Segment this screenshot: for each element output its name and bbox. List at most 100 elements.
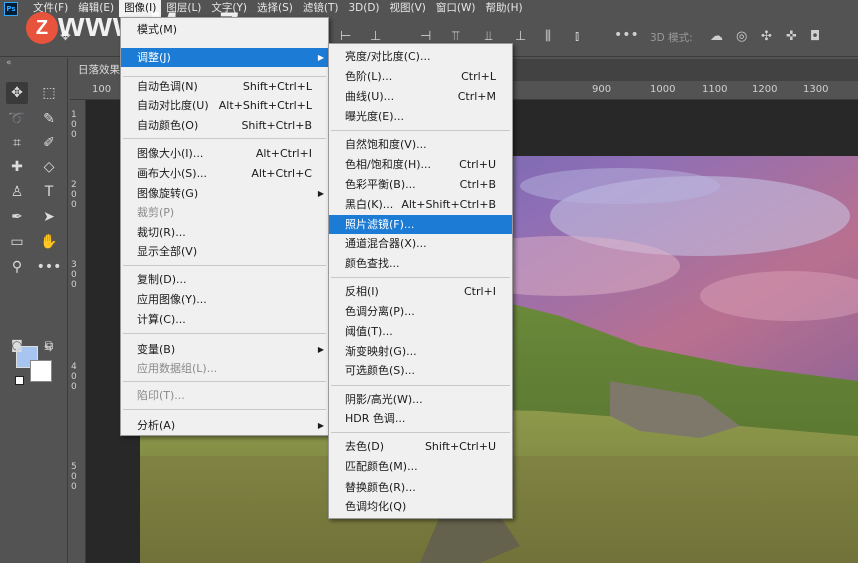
brush-tool-icon[interactable]: ✐ [38, 132, 60, 154]
menu-item-vibrance[interactable]: 自然饱和度(V)... [329, 135, 512, 154]
menu-item-image-rotation[interactable]: 图像旋转(G) ▶ [121, 184, 328, 203]
menu-item-auto-color[interactable]: 自动颜色(O) Shift+Ctrl+B [121, 116, 328, 135]
menu-shortcut: Ctrl+I [463, 285, 496, 298]
menu-item-label: 应用数据组(L)... [137, 362, 218, 375]
path-select-icon[interactable]: ➤ [38, 206, 60, 228]
menu-view[interactable]: 视图(V) [385, 0, 431, 17]
menu-item-shadows-highlights[interactable]: 阴影/高光(W)... [329, 390, 512, 409]
menu-help[interactable]: 帮助(H) [481, 0, 528, 17]
align-left-icon[interactable]: ⊢ [340, 29, 351, 44]
menu-item-reveal-all[interactable]: 显示全部(V) [121, 242, 328, 261]
menu-item-trim[interactable]: 裁切(R)... [121, 223, 328, 242]
menu-item-photo-filter[interactable]: 照片滤镜(F)... [329, 215, 512, 234]
menu-item-match-color[interactable]: 匹配颜色(M)... [329, 457, 512, 476]
menu-item-levels[interactable]: 色阶(L)... Ctrl+L [329, 67, 512, 86]
quick-mask-icon[interactable]: ◙ [6, 334, 28, 356]
move-tool-icon[interactable]: ✥ [6, 82, 28, 104]
3d-pan-icon[interactable]: ✣ [761, 29, 772, 44]
menu-item-desaturate[interactable]: 去色(D) Shift+Ctrl+U [329, 437, 512, 456]
eraser-tool-icon[interactable]: ◇ [38, 156, 60, 178]
menu-item-channel-mixer[interactable]: 通道混合器(X)... [329, 234, 512, 253]
menu-item-analysis[interactable]: 分析(A) ▶ [121, 416, 328, 435]
ruler-tick: 1000 [650, 84, 676, 95]
background-color[interactable] [30, 360, 52, 382]
menu-item-label: 裁切(R)... [137, 226, 186, 239]
menu-item-equalize[interactable]: 色调均化(Q) [329, 497, 512, 516]
lasso-tool-icon[interactable]: ➰ [6, 108, 28, 130]
zoom-tool-icon[interactable]: ⚲ [6, 256, 28, 278]
menu-separator [331, 277, 510, 278]
menu-item-hdr-toning[interactable]: HDR 色调... [329, 409, 512, 428]
menu-item-color-lookup[interactable]: 颜色查找... [329, 254, 512, 273]
menu-window[interactable]: 窗口(W) [431, 0, 481, 17]
menu-item-apply-image[interactable]: 应用图像(Y)... [121, 290, 328, 309]
menu-shortcut: Ctrl+L [461, 70, 496, 83]
distribute-icon[interactable]: ⫼ [545, 29, 551, 44]
align-middle-icon[interactable]: ⫫ [485, 29, 492, 44]
menu-item-calculations[interactable]: 计算(C)... [121, 310, 328, 329]
menu-item-threshold[interactable]: 阈值(T)... [329, 322, 512, 341]
menu-item-canvas-size[interactable]: 画布大小(S)... Alt+Ctrl+C [121, 164, 328, 183]
align-right-icon[interactable]: ⊣ [420, 29, 431, 44]
3d-camera-icon[interactable]: ◘ [810, 29, 820, 44]
type-tool-icon[interactable]: T [38, 181, 60, 203]
align-bottom-icon[interactable]: ⊥ [515, 29, 526, 44]
menu-item-posterize[interactable]: 色调分离(P)... [329, 302, 512, 321]
align-top-icon[interactable]: ⫪ [452, 29, 459, 44]
default-colors-icon[interactable] [15, 376, 24, 385]
menu-separator [123, 265, 326, 266]
crop-tool-icon[interactable]: ⌗ [6, 132, 28, 154]
screen-mode-icon[interactable]: ⧉ [38, 334, 60, 356]
menu-item-label: 照片滤镜(F)... [345, 218, 415, 231]
3d-roll-icon[interactable]: ◎ [736, 29, 747, 44]
3d-orbit-icon[interactable]: ☁ [710, 29, 723, 44]
menu-item-label: 色调分离(P)... [345, 305, 415, 318]
hand-tool-icon[interactable]: ✋ [38, 231, 60, 253]
watermark-logo: Z [26, 12, 58, 44]
menu-item-image-size[interactable]: 图像大小(I)... Alt+Ctrl+I [121, 144, 328, 163]
more-tools-icon[interactable]: ••• [37, 256, 62, 278]
menu-item-label: 应用图像(Y)... [137, 293, 207, 306]
healing-tool-icon[interactable]: ✚ [6, 156, 28, 178]
menu-item-label: 色阶(L)... [345, 70, 393, 83]
menu-item-label: 亮度/对比度(C)... [345, 50, 431, 63]
collapse-icon[interactable]: « [6, 58, 12, 68]
stamp-tool-icon[interactable]: ♙ [6, 181, 28, 203]
menu-shortcut: Shift+Ctrl+L [242, 80, 312, 93]
marquee-tool-icon[interactable]: ⬚ [38, 82, 60, 104]
menu-item-black-white[interactable]: 黑白(K)... Alt+Shift+Ctrl+B [329, 195, 512, 214]
distribute-h-icon[interactable]: ⫾ [575, 29, 579, 44]
ruler-tick: 1100 [702, 84, 728, 95]
menu-item-gradient-map[interactable]: 渐变映射(G)... [329, 342, 512, 361]
ruler-tick: 100 [92, 84, 112, 95]
menu-item-replace-color[interactable]: 替换颜色(R)... [329, 478, 512, 497]
menu-item-auto-tone[interactable]: 自动色调(N) Shift+Ctrl+L [121, 77, 328, 96]
rectangle-tool-icon[interactable]: ▭ [6, 231, 28, 253]
menu-item-variables[interactable]: 变量(B) ▶ [121, 340, 328, 359]
menu-item-curves[interactable]: 曲线(U)... Ctrl+M [329, 87, 512, 106]
menu-separator [123, 333, 326, 334]
menu-item-selective-color[interactable]: 可选颜色(S)... [329, 361, 512, 380]
menu-shortcut: Ctrl+B [459, 178, 496, 191]
menu-item-invert[interactable]: 反相(I) Ctrl+I [329, 282, 512, 301]
menu-item-color-balance[interactable]: 色彩平衡(B)... Ctrl+B [329, 175, 512, 194]
menu-item-auto-contrast[interactable]: 自动对比度(U) Alt+Shift+Ctrl+L [121, 96, 328, 115]
menu-item-label: 阈值(T)... [345, 325, 393, 338]
menu-item-mode[interactable]: 模式(M) [121, 20, 328, 39]
more-options-icon[interactable]: ••• [614, 27, 639, 43]
menu-item-duplicate[interactable]: 复制(D)... [121, 270, 328, 289]
menu-shortcut: Shift+Ctrl+U [424, 440, 496, 453]
menu-item-brightness-contrast[interactable]: 亮度/对比度(C)... [329, 47, 512, 66]
pen-tool-icon[interactable]: ✒ [6, 206, 28, 228]
menu-3d[interactable]: 3D(D) [343, 0, 384, 17]
ruler-tick: 1200 [752, 84, 778, 95]
3d-mode-label: 3D 模式: [650, 32, 693, 44]
menu-item-label: 画布大小(S)... [137, 167, 208, 180]
align-center-icon[interactable]: ⊥ [370, 29, 381, 44]
menu-item-adjustments[interactable]: 调整(J) ▶ [121, 48, 328, 67]
quick-select-icon[interactable]: ✎ [38, 108, 60, 130]
menu-item-label: 自动颜色(O) [137, 119, 199, 132]
3d-slide-icon[interactable]: ✜ [786, 29, 797, 44]
menu-item-exposure[interactable]: 曝光度(E)... [329, 107, 512, 126]
menu-item-hue-saturation[interactable]: 色相/饱和度(H)... Ctrl+U [329, 155, 512, 174]
